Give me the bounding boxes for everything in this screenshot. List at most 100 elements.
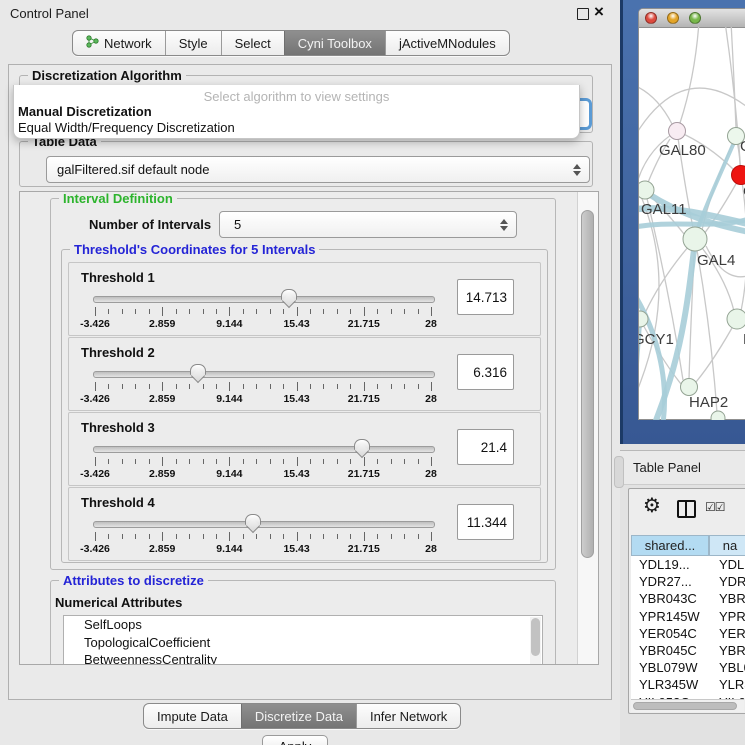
slider-thumb[interactable] <box>281 289 297 300</box>
settings-scroll-viewport: Interval Definition Number of Intervals … <box>19 191 599 665</box>
tab-network[interactable]: Network <box>73 31 165 55</box>
maximize-traffic-light-icon[interactable] <box>689 12 701 24</box>
top-tab-bar: Network Style Select Cyni Toolbox jActiveMNo… <box>72 30 510 56</box>
tab-jactivemnodules[interactable]: jActiveMNodules <box>385 31 509 55</box>
table-panel-title: Table Panel <box>633 460 701 475</box>
threshold-label: Threshold 3 <box>81 420 155 435</box>
node-label: GAL11 <box>641 201 687 218</box>
table-rows: YDL19...YDL1YDR27...YDR2YBR043CYBR0YPR14… <box>631 556 745 699</box>
tick-label: -3.426 <box>80 543 110 555</box>
tab-label: jActiveMNodules <box>399 36 496 51</box>
horizontal-scrollbar[interactable] <box>631 699 744 712</box>
combobox-stepper-icon <box>500 219 508 231</box>
dropdown-option-equal-width[interactable]: Equal Width/Frequency Discretization <box>18 120 235 135</box>
tab-discretize-data[interactable]: Discretize Data <box>241 704 356 728</box>
list-scrollbar[interactable] <box>530 617 541 665</box>
tab-style[interactable]: Style <box>165 31 221 55</box>
table-row[interactable]: YDR27...YDR2 <box>631 573 745 590</box>
table-row[interactable]: YBL079WYBL0 <box>631 659 745 676</box>
hap2-node[interactable] <box>681 379 698 396</box>
tab-label: Style <box>179 36 208 51</box>
splitter-handle[interactable] <box>614 456 624 488</box>
slider-track[interactable] <box>93 296 435 303</box>
threshold-value-field[interactable]: 14.713 <box>457 279 514 315</box>
table-row[interactable]: YBR045CYBR0 <box>631 642 745 659</box>
h-node[interactable] <box>727 309 745 329</box>
bottom-node[interactable] <box>711 411 725 420</box>
threshold-row-4: Threshold 4-3.4262.8599.14415.4321.71528… <box>68 487 541 561</box>
combobox-stepper-icon <box>573 164 581 176</box>
attributes-group: Attributes to discretize Numerical Attri… <box>50 580 556 665</box>
gear-icon[interactable]: ⚙ <box>643 493 661 517</box>
tab-cyni-toolbox[interactable]: Cyni Toolbox <box>284 31 385 55</box>
network-view-window: GAL80GACGAL11GAL4GCY1HHAP2 <box>638 8 745 420</box>
network-canvas[interactable]: GAL80GACGAL11GAL4GCY1HHAP2 <box>639 27 745 420</box>
attribute-list-item[interactable]: SelfLoops <box>64 616 542 634</box>
threshold-value-field[interactable]: 6.316 <box>457 354 514 390</box>
gal4-node[interactable] <box>683 227 707 251</box>
tick-label: 9.144 <box>216 393 242 405</box>
tab-infer-network[interactable]: Infer Network <box>356 704 460 728</box>
cell-name: YDR2 <box>719 574 745 589</box>
table-row[interactable]: YLR345WYLR3 <box>631 676 745 693</box>
tick-label: 9.144 <box>216 468 242 480</box>
table-row[interactable]: YER054CYER0 <box>631 625 745 642</box>
tab-impute-data[interactable]: Impute Data <box>144 704 241 728</box>
table-row[interactable]: YBR043CYBR0 <box>631 590 745 607</box>
cell-name: YBR0 <box>719 643 745 658</box>
threshold-value-field[interactable]: 11.344 <box>457 504 514 540</box>
attribute-list-item[interactable]: BetweennessCentrality <box>64 651 542 665</box>
column-header-2[interactable]: na <box>709 535 745 556</box>
minimize-traffic-light-icon[interactable] <box>667 12 679 24</box>
group-title: Threshold's Coordinates for 5 Intervals <box>70 242 319 257</box>
table-row[interactable]: YPR145WYPR1 <box>631 608 745 625</box>
numerical-attributes-label: Numerical Attributes <box>55 595 182 610</box>
control-panel-titlebar: Control Panel × <box>0 0 620 26</box>
scrollbar-thumb[interactable] <box>633 702 737 710</box>
close-icon[interactable]: × <box>594 2 604 22</box>
tick-label: 15.43 <box>283 318 309 330</box>
tick-label: 28 <box>425 393 437 405</box>
slider-track[interactable] <box>93 446 435 453</box>
tick-label: -3.426 <box>80 318 110 330</box>
slider-thumb[interactable] <box>190 364 206 375</box>
cyni-toolbox-panel: Discretization Algorithm Select algorith… <box>8 64 612 700</box>
table-row[interactable]: YDL19...YDL1 <box>631 556 745 573</box>
apply-button[interactable]: Apply <box>262 735 328 745</box>
tab-label: Cyni Toolbox <box>298 36 372 51</box>
float-window-icon[interactable] <box>577 8 589 20</box>
slider-track[interactable] <box>93 371 435 378</box>
scrollbar-thumb[interactable] <box>581 210 594 558</box>
red-node[interactable] <box>732 166 745 185</box>
split-columns-icon[interactable] <box>677 500 696 518</box>
number-of-intervals-combobox[interactable]: 5 <box>219 211 517 238</box>
gal11-node[interactable] <box>639 181 654 199</box>
table-data-combobox[interactable]: galFiltered.sif default node <box>46 156 590 183</box>
tick-label: 2.859 <box>149 543 175 555</box>
vertical-scrollbar[interactable] <box>577 192 598 664</box>
threshold-value-field[interactable]: 21.4 <box>457 429 514 465</box>
slider-thumb[interactable] <box>354 439 370 450</box>
bottom-tab-bar: Impute DataDiscretize DataInfer Network <box>143 703 461 729</box>
numerical-attributes-list[interactable]: SelfLoopsTopologicalCoefficientBetweenne… <box>63 615 543 665</box>
select-columns-checkbox-icons[interactable]: ☑☑ <box>705 500 725 514</box>
tick-label: 2.859 <box>149 393 175 405</box>
close-traffic-light-icon[interactable] <box>645 12 657 24</box>
network-window-titlebar[interactable] <box>639 9 745 28</box>
slider-tick-labels: -3.4262.8599.14415.4321.71528 <box>95 468 431 480</box>
column-header-1[interactable]: shared... <box>631 535 709 556</box>
slider-track[interactable] <box>93 521 435 528</box>
tick-label: 15.43 <box>283 468 309 480</box>
group-title: Interval Definition <box>59 191 177 206</box>
cell-name: YBL0 <box>719 660 745 675</box>
attribute-list-item[interactable]: TopologicalCoefficient <box>64 634 542 652</box>
tick-label: 28 <box>425 468 437 480</box>
slider-thumb[interactable] <box>245 514 261 525</box>
tab-select[interactable]: Select <box>221 31 284 55</box>
group-title: Discretization Algorithm <box>28 68 186 83</box>
dropdown-option-manual[interactable]: Manual Discretization <box>18 104 152 119</box>
gal80-node[interactable] <box>669 123 686 140</box>
table-panel-titlebar: Table Panel <box>620 450 745 485</box>
tick-label: 21.715 <box>348 318 380 330</box>
tick-label: 15.43 <box>283 393 309 405</box>
